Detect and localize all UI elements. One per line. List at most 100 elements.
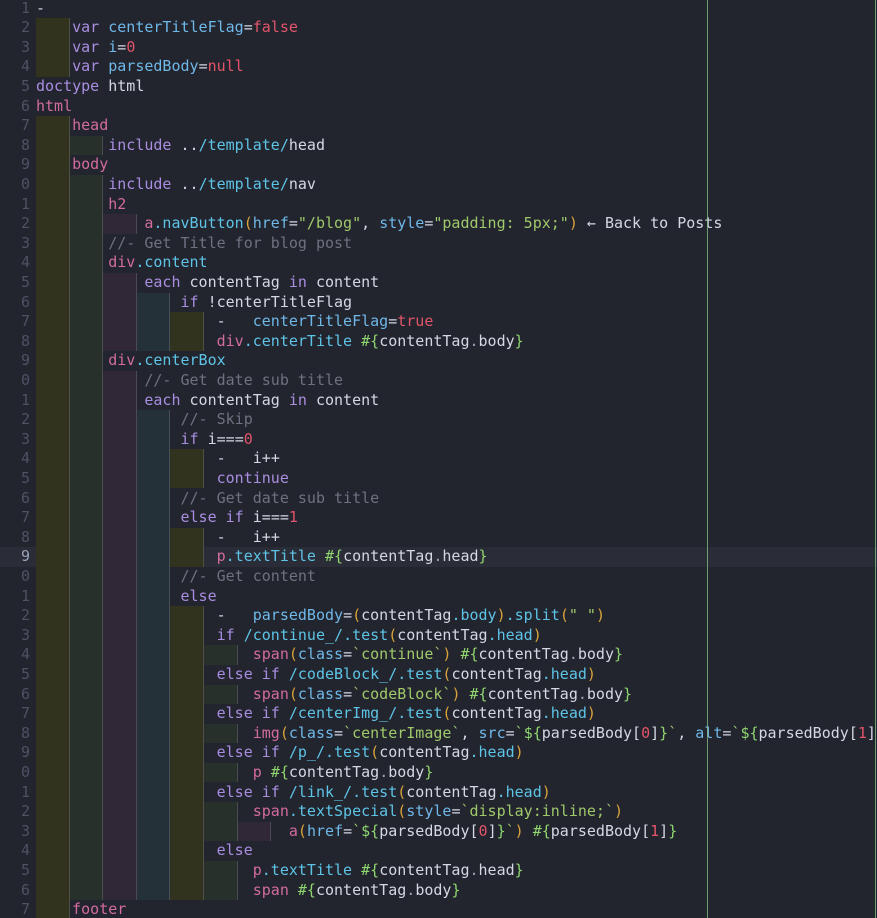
line-number: 4 <box>20 253 30 272</box>
code-line[interactable]: 0 include ../template/nav <box>0 175 877 195</box>
code-line[interactable]: 2 - parsedBody=(contentTag.body).split("… <box>0 606 877 626</box>
code-line[interactable]: 1 else <box>0 587 877 607</box>
vertical-ruler-primary <box>707 0 708 918</box>
code-line[interactable]: 5 else if /codeBlock_/.test(contentTag.h… <box>0 665 877 685</box>
line-number: 1 <box>20 586 30 605</box>
code-line-text: a(href=`${parsedBody[0]}`) #{parsedBody[… <box>288 821 678 840</box>
line-number: 5 <box>20 664 30 683</box>
code-line-text: if /continue_/.test(contentTag.head) <box>216 625 542 644</box>
code-line[interactable]: 8 img(class=`centerImage`, src=`${parsed… <box>0 724 877 744</box>
code-line-text: var centerTitleFlag=false <box>72 18 298 37</box>
line-number: 0 <box>20 370 30 389</box>
code-line[interactable]: 3 if i===0 <box>0 430 877 450</box>
code-line[interactable]: 0 p #{contentTag.body} <box>0 763 877 783</box>
line-number: 0 <box>20 174 30 193</box>
code-line-text: include ../template/head <box>108 135 325 154</box>
line-number: 3 <box>20 429 30 448</box>
code-line[interactable]: 5 p.textTitle #{contentTag.head} <box>0 861 877 881</box>
code-line[interactable]: 1- <box>0 0 877 18</box>
code-line[interactable]: 0 //- Get content <box>0 567 877 587</box>
line-number: 9 <box>20 155 30 174</box>
code-line[interactable]: 6 span #{contentTag.body} <box>0 881 877 901</box>
code-line[interactable]: 5 continue <box>0 469 877 489</box>
code-line[interactable]: 6 if !centerTitleFlag <box>0 293 877 313</box>
code-line[interactable]: 3 var i=0 <box>0 38 877 58</box>
code-line[interactable]: 2 //- Skip <box>0 410 877 430</box>
code-line[interactable]: 5 doctype html <box>0 77 877 97</box>
code-line[interactable]: 9 p.textTitle #{contentTag.head} <box>0 547 877 567</box>
line-number: 3 <box>20 821 30 840</box>
code-line[interactable]: 4 span(class=`continue`) #{contentTag.bo… <box>0 645 877 665</box>
line-number: 1 <box>20 390 30 409</box>
code-line-text: - centerTitleFlag=true <box>216 312 434 331</box>
code-line[interactable]: 2 a.navButton(href="/blog", style="paddi… <box>0 214 877 234</box>
line-number: 9 <box>20 743 30 762</box>
line-number: 5 <box>20 272 30 291</box>
code-line[interactable]: 7 head <box>0 116 877 136</box>
line-number: 2 <box>20 606 30 625</box>
line-number: 9 <box>20 351 30 370</box>
line-number: 5 <box>20 468 30 487</box>
code-line[interactable]: 9 body <box>0 155 877 175</box>
code-line-text: p.textTitle #{contentTag.head} <box>252 860 524 879</box>
line-number: 1 <box>20 782 30 801</box>
code-line[interactable]: 9 div.centerBox <box>0 351 877 371</box>
code-line-text: //- Get date sub title <box>36 488 380 507</box>
code-line[interactable]: 2 span.textSpecial(style=`display:inline… <box>0 802 877 822</box>
code-line-text: each contentTag in content <box>144 272 380 291</box>
code-line[interactable]: 8 - i++ <box>0 528 877 548</box>
line-number: 7 <box>20 900 30 918</box>
code-line[interactable]: 7 - centerTitleFlag=true <box>0 312 877 332</box>
line-number: 5 <box>20 860 30 879</box>
line-number: 0 <box>20 566 30 585</box>
code-line[interactable]: 4 div.content <box>0 253 877 273</box>
line-number: 8 <box>20 331 30 350</box>
line-number: 7 <box>20 704 30 723</box>
code-line[interactable]: 6 //- Get date sub title <box>0 489 877 509</box>
line-number: 4 <box>20 449 30 468</box>
code-editor[interactable]: 1-2 var centerTitleFlag=false 3 var i=0 4 … <box>0 0 877 918</box>
code-line[interactable]: 8 include ../template/head <box>0 136 877 156</box>
code-line-text: div.centerTitle #{contentTag.body} <box>216 331 524 350</box>
line-number: 3 <box>20 233 30 252</box>
line-number: 2 <box>20 802 30 821</box>
code-line[interactable]: 3 //- Get Title for blog post <box>0 234 877 254</box>
code-line[interactable]: 1 else if /link_/.test(contentTag.head) <box>0 783 877 803</box>
line-number: 7 <box>20 508 30 527</box>
code-line-text: else if /codeBlock_/.test(contentTag.hea… <box>216 664 596 683</box>
code-line-text: span(class=`codeBlock`) #{contentTag.bod… <box>252 684 633 703</box>
code-line-text: img(class=`centerImage`, src=`${parsedBo… <box>252 723 877 742</box>
code-line[interactable]: 5 each contentTag in content <box>0 273 877 293</box>
code-line-text: include ../template/nav <box>108 174 316 193</box>
code-line-text: span #{contentTag.body} <box>252 880 461 899</box>
code-line[interactable]: 4 - i++ <box>0 449 877 469</box>
code-line[interactable]: 8 div.centerTitle #{contentTag.body} <box>0 332 877 352</box>
code-line[interactable]: 3 a(href=`${parsedBody[0]}`) #{parsedBod… <box>0 822 877 842</box>
code-line-text: p.textTitle #{contentTag.head} <box>216 547 488 566</box>
code-line[interactable]: 7 else if /centerImg_/.test(contentTag.h… <box>0 704 877 724</box>
code-line-text: body <box>72 155 109 174</box>
code-line[interactable]: 0 //- Get date sub title <box>0 371 877 391</box>
line-number: 0 <box>20 762 30 781</box>
code-line-text: var i=0 <box>72 37 136 56</box>
code-line-text: //- Get Title for blog post <box>36 233 353 252</box>
code-line[interactable]: 3 if /continue_/.test(contentTag.head) <box>0 626 877 646</box>
code-line-text: div.content <box>108 253 208 272</box>
code-line-text: - i++ <box>216 449 280 468</box>
code-line[interactable]: 9 else if /p_/.test(contentTag.head) <box>0 743 877 763</box>
code-line-text: //- Skip <box>36 410 253 429</box>
line-number: 6 <box>20 96 30 115</box>
code-line-text: - parsedBody=(contentTag.body).split(" "… <box>216 606 605 625</box>
code-line[interactable]: 7 else if i===1 <box>0 508 877 528</box>
code-line[interactable]: 6 span(class=`codeBlock`) #{contentTag.b… <box>0 685 877 705</box>
code-line[interactable]: 6 html <box>0 97 877 117</box>
code-line[interactable]: 7 footer <box>0 900 877 918</box>
code-line[interactable]: 1 each contentTag in content <box>0 391 877 411</box>
code-line[interactable]: 4 var parsedBody=null <box>0 57 877 77</box>
code-line[interactable]: 2 var centerTitleFlag=false <box>0 18 877 38</box>
code-line-text: continue <box>216 468 289 487</box>
code-line-text: else if i===1 <box>180 508 298 527</box>
code-line[interactable]: 1 h2 <box>0 195 877 215</box>
line-number: 6 <box>20 684 30 703</box>
code-line[interactable]: 4 else <box>0 841 877 861</box>
